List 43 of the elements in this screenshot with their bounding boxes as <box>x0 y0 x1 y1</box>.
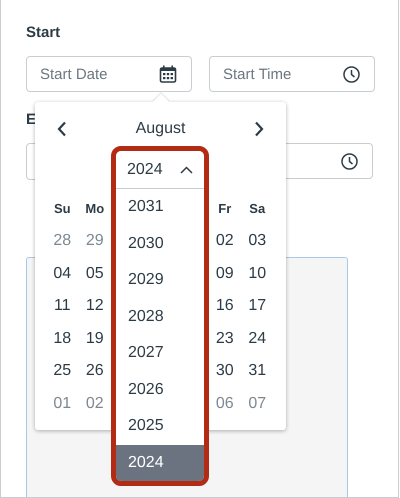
day-cell[interactable]: 29 <box>78 232 111 250</box>
weekday-label: Mo <box>84 201 106 216</box>
day-cell[interactable]: 26 <box>78 362 111 380</box>
clock-icon <box>343 66 360 82</box>
clock-icon <box>341 152 358 170</box>
day-cell[interactable]: 31 <box>241 362 274 380</box>
day-cell[interactable]: 16 <box>208 297 241 316</box>
day-cell[interactable]: 02 <box>208 232 241 250</box>
field-label: Start <box>26 24 62 43</box>
day-cell[interactable]: 06 <box>208 394 241 413</box>
day-cell[interactable]: 02 <box>78 394 111 413</box>
day-cell[interactable]: 12 <box>78 297 111 316</box>
year-select[interactable]: 2024 <box>116 151 204 189</box>
year-option[interactable]: 2024 <box>116 444 204 481</box>
calendar-icon <box>159 65 177 83</box>
day-cell[interactable]: 01 <box>46 394 78 413</box>
day-cell[interactable]: 24 <box>241 330 274 348</box>
next-month-button[interactable] <box>252 119 266 139</box>
day-cell[interactable]: 11 <box>46 297 78 316</box>
day-cell[interactable]: 23 <box>208 330 241 348</box>
weekday-label: Sa <box>248 201 266 216</box>
field-label: E <box>26 111 36 130</box>
previous-month-button[interactable] <box>55 119 69 139</box>
weekday-label: Fr <box>217 201 232 216</box>
day-cell[interactable]: 03 <box>241 232 274 250</box>
month-title: August <box>136 120 186 138</box>
date-field[interactable]: Start Date <box>26 56 192 92</box>
weekday-label: Su <box>52 201 72 216</box>
day-cell[interactable]: 30 <box>208 362 241 380</box>
day-cell[interactable]: 09 <box>208 264 241 283</box>
day-cell[interactable]: 17 <box>241 297 274 316</box>
day-cell[interactable]: 28 <box>46 232 78 250</box>
day-cell[interactable]: 18 <box>46 330 78 348</box>
day-cell[interactable]: 05 <box>78 264 111 283</box>
date-field[interactable]: Start Date <box>38 64 159 84</box>
day-cell[interactable]: 19 <box>78 330 111 348</box>
caret-icon <box>180 166 193 174</box>
time-field[interactable]: Start Time <box>221 64 343 84</box>
time-field[interactable]: Start Time <box>209 56 375 92</box>
day-cell[interactable]: 07 <box>241 394 274 413</box>
day-cell[interactable]: 25 <box>46 362 78 380</box>
day-cell[interactable]: 04 <box>46 264 78 283</box>
day-cell[interactable]: 10 <box>241 264 274 283</box>
